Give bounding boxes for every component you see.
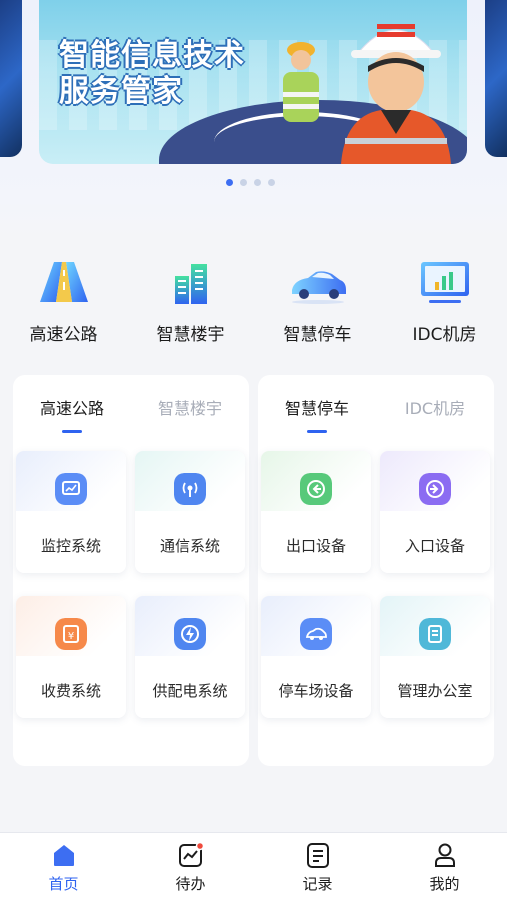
card-management-office[interactable]: 管理办公室 [380,596,490,718]
highway-panel: 高速公路 智慧楼宇 监控系统 通信系统 ¥ 收费系统 供配电系统 [13,375,249,766]
quick-nav-label: 智慧楼宇 [156,325,225,345]
tab-parking[interactable]: 智慧停车 [258,395,376,433]
tabbar-todo[interactable]: 待办 [127,841,254,894]
card-label: 监控系统 [40,537,101,555]
card-entry-device[interactable]: 入口设备 [380,451,490,573]
pager-dot-1[interactable] [226,179,233,186]
card-label: 停车场设备 [278,682,354,700]
quick-nav-label: 智慧停车 [283,325,352,345]
signal-icon [174,473,206,505]
highway-panel-tabs: 高速公路 智慧楼宇 [13,395,249,435]
card-label: 供配电系统 [152,682,228,700]
card-parking-device[interactable]: 停车场设备 [261,596,371,718]
tab-building[interactable]: 智慧楼宇 [131,395,249,419]
banner-carousel[interactable]: 智能信息技术 服务管家 [0,0,507,175]
bottom-tab-bar: 首页 待办 记录 我的 [0,832,507,900]
card-monitor-system[interactable]: 监控系统 [16,451,126,573]
tab-label: IDC机房 [404,399,466,418]
card-label: 通信系统 [159,537,220,555]
quick-nav-building[interactable]: 智慧楼宇 [127,258,254,345]
home-icon [53,845,74,866]
tab-label: 智慧楼宇 [157,399,222,418]
banner-prev-slide[interactable] [0,0,22,157]
quick-nav-parking[interactable]: 智慧停车 [254,258,381,345]
quick-nav-label: IDC机房 [412,325,477,345]
banner-pager [226,179,275,186]
tabbar-label: 我的 [429,875,460,893]
tab-label: 高速公路 [39,399,104,418]
card-label: 管理办公室 [397,682,473,700]
svg-text:¥: ¥ [68,631,74,642]
todo-chart-icon [178,841,204,867]
quick-nav-highway[interactable]: 高速公路 [0,258,127,345]
card-toll-system[interactable]: ¥ 收费系统 [16,596,126,718]
car-icon [291,271,346,304]
tab-active-indicator [62,430,82,433]
card-label: 入口设备 [404,537,465,555]
pager-dot-3[interactable] [254,179,261,186]
tab-idc[interactable]: IDC机房 [376,395,494,419]
user-icon [434,843,455,867]
tabbar-home[interactable]: 首页 [0,841,127,894]
banner-title: 智能信息技术 服务管家 [59,38,245,110]
tabbar-label: 首页 [48,875,79,893]
monitor-chart-icon [420,262,469,303]
parking-panel: 智慧停车 IDC机房 出口设备 入口设备 停车场设备 管理办公室 [258,375,494,766]
worker-illustration-large [341,24,451,164]
quick-nav-idc[interactable]: IDC机房 [381,258,507,345]
banner-slide[interactable]: 智能信息技术 服务管家 [39,0,467,164]
card-communication-system[interactable]: 通信系统 [135,451,245,573]
exit-icon [300,473,332,505]
highway-icon [39,262,88,302]
card-exit-device[interactable]: 出口设备 [261,451,371,573]
parking-car-icon [300,618,332,650]
power-icon [174,618,206,650]
office-icon [419,618,451,650]
card-power-system[interactable]: 供配电系统 [135,596,245,718]
tabbar-mine[interactable]: 我的 [381,841,507,894]
card-label: 收费系统 [40,682,101,700]
tab-label: 智慧停车 [284,399,349,418]
monitor-icon [55,473,87,505]
notification-badge [195,841,204,851]
parking-panel-tabs: 智慧停车 IDC机房 [258,395,494,435]
banner-next-slide[interactable] [485,0,507,157]
pager-dot-4[interactable] [268,179,275,186]
banner-title-line1: 智能信息技术 [59,38,245,73]
banner-title-line2: 服务管家 [59,74,183,109]
quick-nav-label: 高速公路 [29,325,98,345]
tabbar-label: 记录 [302,875,333,893]
tab-active-indicator [307,430,327,433]
record-icon [306,843,329,868]
tab-highway[interactable]: 高速公路 [13,395,131,433]
tabbar-label: 待办 [175,875,206,893]
entry-icon [419,473,451,505]
tabbar-record[interactable]: 记录 [254,841,381,894]
card-label: 出口设备 [285,537,346,555]
building-icon [174,264,207,304]
quick-nav: 高速公路 智慧楼宇 智慧停车 IDC机房 [0,258,507,358]
toll-icon: ¥ [55,618,87,650]
pager-dot-2[interactable] [240,179,247,186]
